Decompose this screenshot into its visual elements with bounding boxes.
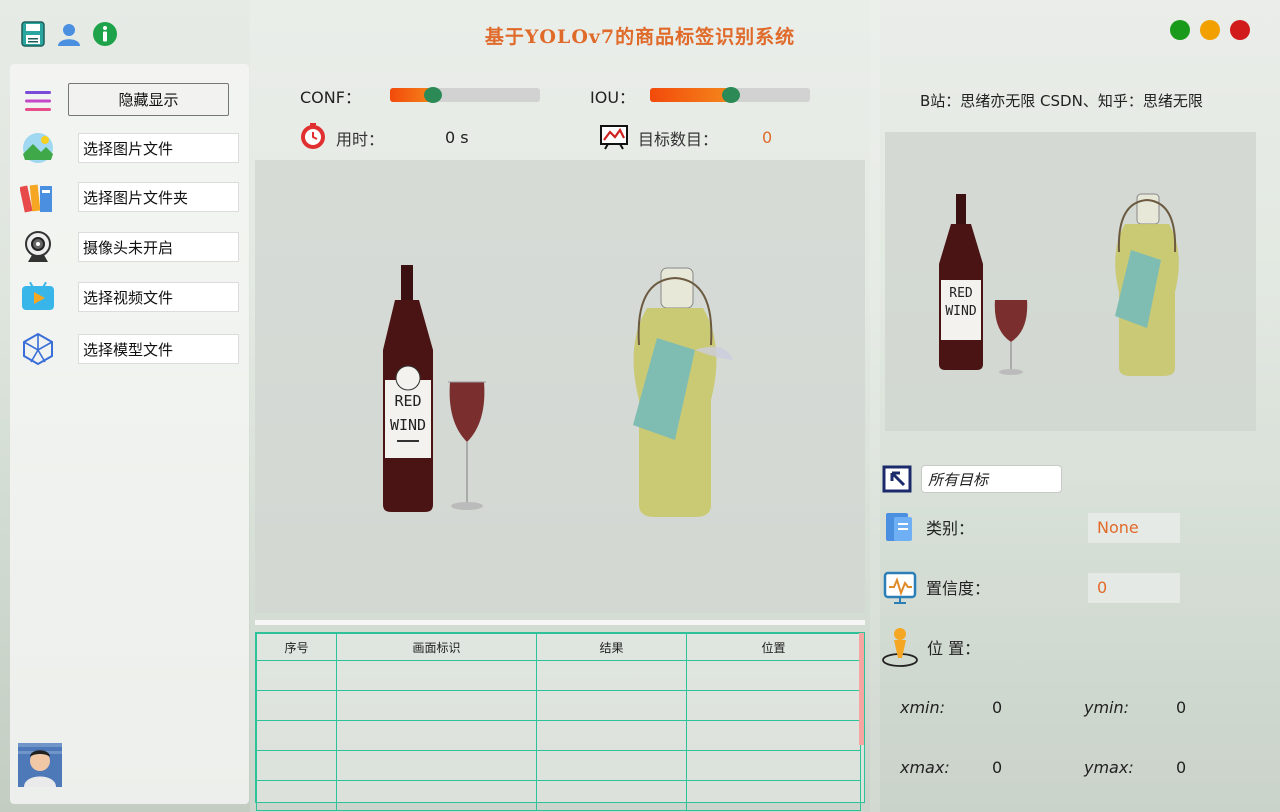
table-cell bbox=[256, 660, 337, 691]
target-select-dropdown[interactable]: 所有目标 bbox=[921, 465, 1062, 493]
sidebar-item-camera[interactable]: 摄像头未开启 bbox=[20, 229, 239, 265]
class-icon bbox=[884, 511, 916, 547]
confidence-icon bbox=[883, 571, 917, 609]
sidebar-item-label[interactable]: 选择图片文件夹 bbox=[78, 182, 239, 212]
table-cell bbox=[686, 660, 861, 691]
sidebar-item-label[interactable]: 选择模型文件 bbox=[78, 334, 239, 364]
bottle-label-text-2: WIND bbox=[390, 416, 426, 434]
table-cell bbox=[536, 750, 687, 781]
sidebar-item-label[interactable]: 摄像头未开启 bbox=[78, 232, 239, 262]
sidebar-item-folder[interactable]: 选择图片文件夹 bbox=[20, 179, 239, 215]
position-icon bbox=[880, 626, 920, 672]
timer-icon bbox=[299, 122, 327, 154]
preview-product-image: RED WIND bbox=[939, 193, 1179, 376]
image-icon bbox=[20, 130, 56, 166]
table-cell bbox=[686, 750, 861, 781]
ymax-value: 0 bbox=[1176, 758, 1187, 777]
conf-slider-handle[interactable] bbox=[424, 87, 442, 103]
xmax-value: 0 bbox=[992, 758, 1003, 777]
table-cell bbox=[686, 690, 861, 721]
preview-bottle-label-2: WIND bbox=[945, 304, 976, 319]
iou-slider[interactable] bbox=[650, 87, 810, 103]
conf-slider[interactable] bbox=[390, 87, 540, 103]
confidence-value: 0 bbox=[1097, 578, 1108, 597]
folder-icon bbox=[20, 179, 56, 215]
xmin-label: xmin: bbox=[900, 698, 946, 717]
ymin-label: ymin: bbox=[1084, 698, 1130, 717]
ymax-label: ymax: bbox=[1084, 758, 1134, 777]
sidebar-item-image[interactable]: 选择图片文件 bbox=[20, 130, 239, 166]
maximize-button[interactable] bbox=[1170, 20, 1190, 40]
class-value: None bbox=[1097, 518, 1139, 537]
sidebar: 隐藏显示 选择图片文件 选择图片文件夹 摄像头未开启 选择视频文件 选择模型文件 bbox=[10, 64, 249, 804]
iou-slider-fill bbox=[650, 88, 732, 102]
product-image: RED WIND bbox=[383, 265, 733, 517]
table-cell bbox=[336, 660, 537, 691]
video-icon bbox=[20, 279, 56, 315]
target-select-icon bbox=[882, 465, 912, 497]
conf-label: CONF： bbox=[300, 88, 361, 107]
class-label: 类别： bbox=[926, 519, 975, 538]
table-header-index[interactable]: 序号 bbox=[256, 633, 337, 661]
model-icon bbox=[20, 331, 56, 367]
author-slogan: B站：思绪亦无限 CSDN、知乎：思绪无限 bbox=[920, 92, 1203, 110]
target-count-icon bbox=[600, 124, 628, 154]
table-cell bbox=[686, 720, 861, 751]
table-cell bbox=[256, 720, 337, 751]
table-row[interactable] bbox=[256, 720, 861, 751]
confidence-label: 置信度： bbox=[926, 579, 991, 598]
table-header-row: 序号 画面标识 结果 位置 bbox=[256, 633, 861, 661]
table-row[interactable] bbox=[256, 690, 861, 721]
table-cell bbox=[256, 780, 337, 811]
window-controls bbox=[1170, 20, 1250, 40]
iou-label: IOU： bbox=[590, 88, 636, 107]
table-header-result[interactable]: 结果 bbox=[536, 633, 687, 661]
target-count-label: 目标数目： bbox=[638, 130, 719, 149]
sidebar-item-model[interactable]: 选择模型文件 bbox=[20, 331, 239, 367]
close-button[interactable] bbox=[1230, 20, 1250, 40]
hide-show-button[interactable]: 隐藏显示 bbox=[68, 83, 229, 116]
xmin-value: 0 bbox=[992, 698, 1003, 717]
main-image-display: RED WIND bbox=[255, 160, 865, 613]
results-table[interactable]: 序号 画面标识 结果 位置 bbox=[255, 632, 865, 811]
table-row[interactable] bbox=[256, 750, 861, 781]
table-cell bbox=[256, 750, 337, 781]
divider bbox=[255, 620, 865, 625]
table-cell bbox=[536, 690, 687, 721]
table-cell bbox=[336, 690, 537, 721]
target-count-value: 0 bbox=[762, 128, 773, 147]
avatar[interactable] bbox=[18, 743, 62, 787]
bottle-label-text-1: RED bbox=[394, 392, 421, 410]
preview-image: RED WIND bbox=[885, 132, 1256, 431]
sidebar-item-label[interactable]: 选择视频文件 bbox=[78, 282, 239, 312]
iou-slider-handle[interactable] bbox=[722, 87, 740, 103]
menu-icon[interactable] bbox=[20, 83, 56, 119]
table-cell bbox=[336, 780, 537, 811]
table-cell bbox=[336, 750, 537, 781]
time-label: 用时： bbox=[336, 130, 385, 149]
preview-bottle-label-1: RED bbox=[949, 286, 973, 301]
xmax-label: xmax: bbox=[900, 758, 950, 777]
sidebar-item-video[interactable]: 选择视频文件 bbox=[20, 279, 239, 315]
table-cell bbox=[256, 690, 337, 721]
table-cell bbox=[686, 780, 861, 811]
table-cell bbox=[536, 720, 687, 751]
sidebar-item-label[interactable]: 选择图片文件 bbox=[78, 133, 239, 163]
table-cell bbox=[336, 720, 537, 751]
table-row[interactable] bbox=[256, 780, 861, 811]
table-scrollbar[interactable] bbox=[859, 633, 864, 745]
table-header-frame[interactable]: 画面标识 bbox=[336, 633, 537, 661]
camera-icon bbox=[20, 229, 56, 265]
ymin-value: 0 bbox=[1176, 698, 1187, 717]
table-cell bbox=[536, 780, 687, 811]
table-header-position[interactable]: 位置 bbox=[686, 633, 861, 661]
sidebar-menu-row bbox=[20, 83, 56, 119]
time-value: 0 s bbox=[445, 128, 469, 147]
minimize-button[interactable] bbox=[1200, 20, 1220, 40]
app-title: 基于YOLOv7的商品标签识别系统 bbox=[484, 26, 796, 48]
position-label: 位 置： bbox=[927, 639, 981, 658]
table-cell bbox=[536, 660, 687, 691]
table-row[interactable] bbox=[256, 660, 861, 691]
